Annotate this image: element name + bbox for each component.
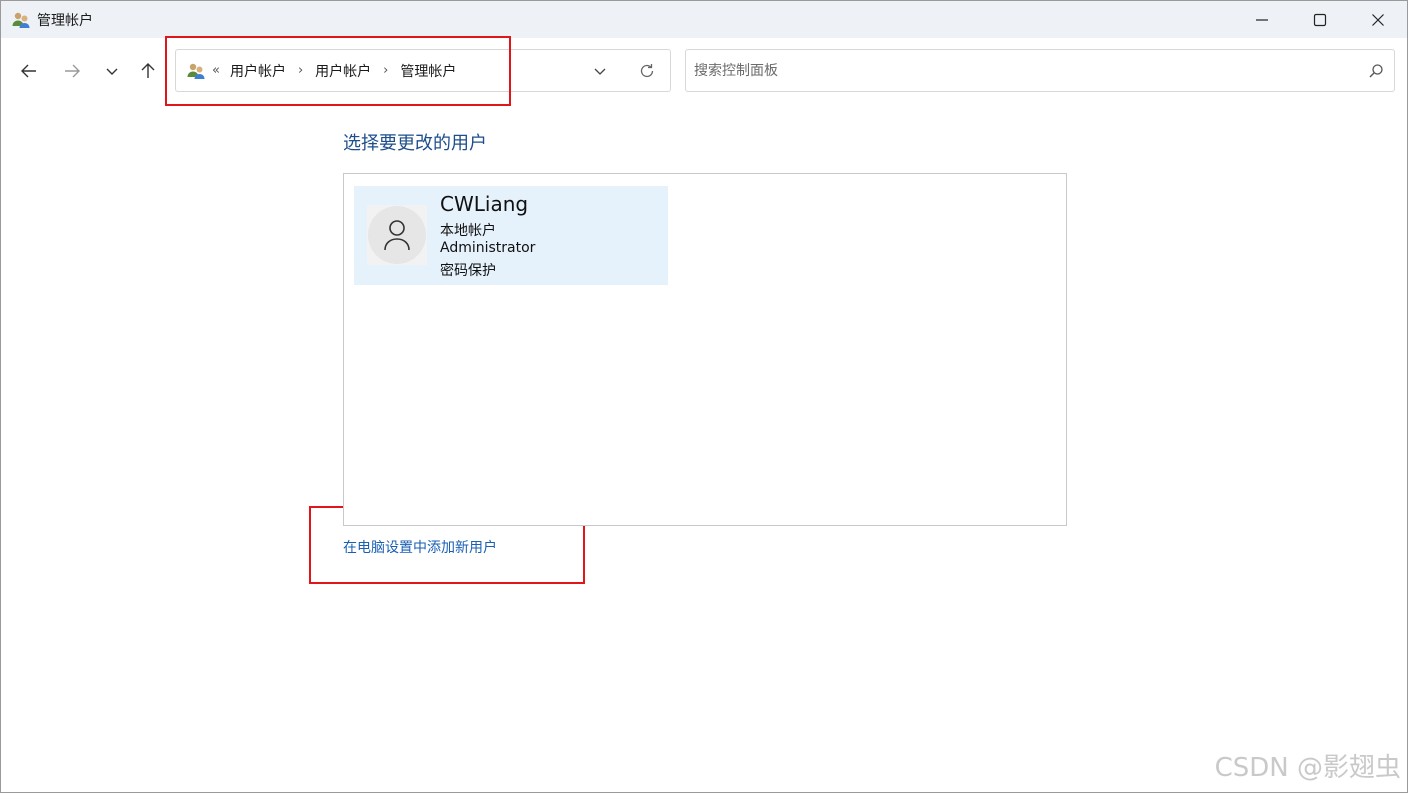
add-new-user-link[interactable]: 在电脑设置中添加新用户 xyxy=(343,537,497,557)
refresh-button[interactable] xyxy=(634,60,660,82)
user-accounts-icon xyxy=(187,63,205,79)
arrow-left-icon xyxy=(21,64,36,78)
title-bar: 管理帐户 xyxy=(1,1,1407,38)
minimize-icon xyxy=(1256,18,1268,21)
user-accounts-icon xyxy=(12,12,30,28)
up-button[interactable] xyxy=(133,56,163,86)
navigation-bar: « 用户帐户 › 用户帐户 › 管理帐户 xyxy=(1,38,1407,104)
recent-locations-button[interactable] xyxy=(97,56,127,86)
close-icon xyxy=(1372,13,1384,26)
window-controls xyxy=(1233,1,1407,38)
arrow-up-icon xyxy=(141,63,155,78)
breadcrumb-separator[interactable]: › xyxy=(383,63,388,78)
user-name: CWLiang xyxy=(440,192,529,216)
back-button[interactable] xyxy=(14,56,44,86)
breadcrumb-item-manage-accounts[interactable]: 管理帐户 xyxy=(400,61,456,81)
maximize-button[interactable] xyxy=(1291,1,1349,38)
chevron-down-icon xyxy=(594,68,606,75)
arrow-right-icon xyxy=(65,64,80,78)
user-protection: 密码保护 xyxy=(440,263,496,279)
window-title: 管理帐户 xyxy=(37,12,93,29)
user-tile-cwliang[interactable]: CWLiang 本地帐户 Administrator 密码保护 xyxy=(354,186,668,285)
forward-button[interactable] xyxy=(57,56,87,86)
breadcrumb: « 用户帐户 › 用户帐户 › 管理帐户 xyxy=(212,50,456,91)
user-role: Administrator xyxy=(440,240,536,256)
chevron-down-icon xyxy=(106,68,118,75)
address-bar[interactable]: « 用户帐户 › 用户帐户 › 管理帐户 xyxy=(175,49,671,92)
address-history-button[interactable] xyxy=(586,60,614,82)
breadcrumb-separator[interactable]: › xyxy=(298,63,303,78)
search-icon[interactable] xyxy=(1368,63,1384,79)
close-button[interactable] xyxy=(1349,1,1407,38)
user-avatar-icon xyxy=(384,220,410,251)
breadcrumb-item-user-accounts-2[interactable]: 用户帐户 xyxy=(315,61,371,81)
watermark: CSDN @影翅虫 xyxy=(1214,753,1401,783)
user-account-type: 本地帐户 xyxy=(440,223,496,239)
breadcrumb-item-user-accounts[interactable]: 用户帐户 xyxy=(230,61,286,81)
user-list-panel: CWLiang 本地帐户 Administrator 密码保护 xyxy=(343,173,1067,526)
search-box[interactable] xyxy=(685,49,1395,92)
maximize-icon xyxy=(1313,13,1327,26)
page-heading: 选择要更改的用户 xyxy=(343,133,487,154)
search-input[interactable] xyxy=(694,58,1354,84)
breadcrumb-overflow[interactable]: « xyxy=(212,63,220,78)
minimize-button[interactable] xyxy=(1233,1,1291,38)
refresh-icon xyxy=(640,64,654,78)
avatar xyxy=(367,205,427,265)
